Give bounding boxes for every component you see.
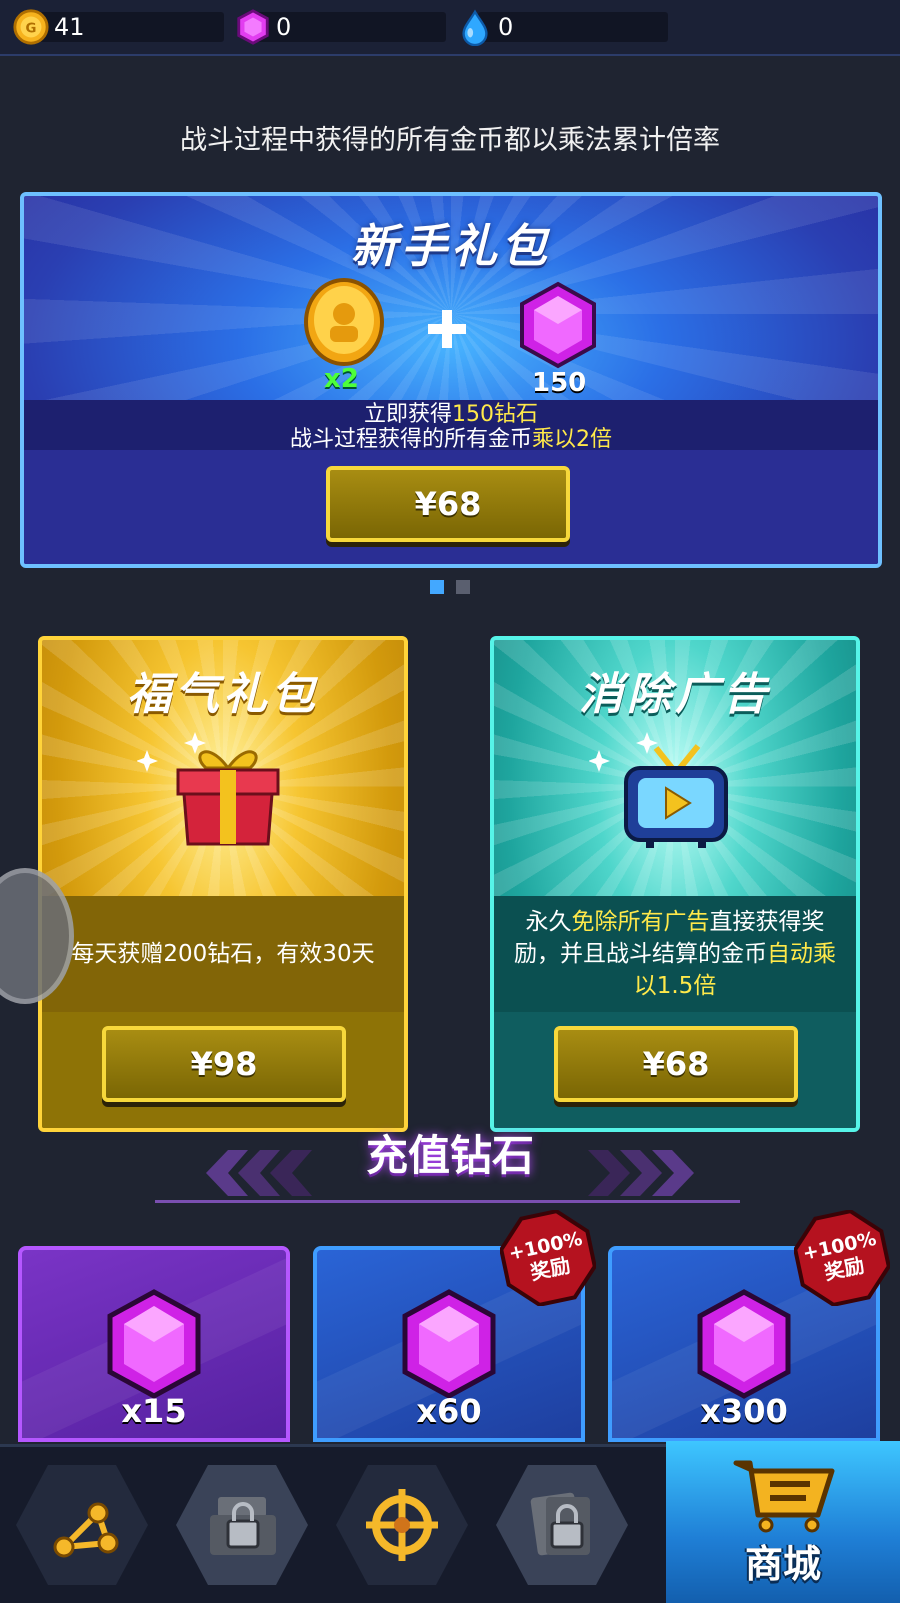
desc-text: 立即获得: [363, 402, 452, 427]
multiplier-hint: 战斗过程中获得的所有金币都以乘法累计倍率: [180, 125, 720, 156]
remove-ads-buy-button[interactable]: ¥68: [554, 1026, 798, 1102]
recharge-section-title: 充值钻石: [365, 1131, 534, 1180]
remove-ads-card[interactable]: 消除广告 永久免除所有广告直接获得奖励，并且战斗结算的金币自动乘以1.5倍 ¥6…: [490, 636, 860, 1132]
locked-tank-icon[interactable]: [174, 1463, 310, 1587]
carousel-indicator: [430, 580, 470, 594]
locked-cards-icon[interactable]: [494, 1463, 630, 1587]
carousel-dot-active[interactable]: [430, 580, 444, 594]
gem-counter: 0: [234, 9, 446, 45]
gem-icon: [520, 281, 596, 369]
currency-bar: G 41 0 0: [0, 0, 900, 56]
desc-line-1: 立即获得150钻石: [24, 402, 878, 427]
coin-multiplier-label: x2: [324, 364, 359, 394]
starter-pack-description: 立即获得150钻石 战斗过程获得的所有金币乘以2倍: [24, 402, 878, 452]
gem-icon: [697, 1289, 791, 1399]
gem-amount: 0: [276, 13, 292, 41]
diamond-quantity: x60: [416, 1392, 482, 1430]
gem-icon: [402, 1289, 496, 1399]
carousel-dot[interactable]: [456, 580, 470, 594]
diamond-quantity: x15: [121, 1392, 187, 1430]
gold-coin-icon: [304, 278, 384, 366]
price-label: ¥98: [190, 1045, 258, 1083]
desc-line-2: 战斗过程获得的所有金币乘以2倍: [24, 427, 878, 452]
gold-amount: 41: [54, 13, 85, 41]
plus-icon: [428, 310, 466, 348]
desc-text: 永久: [525, 909, 572, 935]
fortune-pack-card[interactable]: 福气礼包 每天获赠200钻石，有效30天 ¥98: [38, 636, 408, 1132]
desc-highlight: 150钻石: [452, 402, 538, 427]
gift-box-icon: [176, 750, 280, 846]
shop-tab[interactable]: 商城: [666, 1441, 900, 1603]
price-label: ¥68: [642, 1045, 710, 1083]
water-counter: 0: [456, 9, 668, 46]
tv-icon: [624, 744, 728, 848]
remove-ads-lower: 永久免除所有广告直接获得奖励，并且战斗结算的金币自动乘以1.5倍 ¥68: [494, 896, 856, 1128]
starter-pack-banner[interactable]: 新手礼包 x2 150 立即获得150钻石 战斗过程获得的所有金币乘以2倍 ¥6…: [20, 192, 882, 568]
starter-pack-buy-button[interactable]: ¥68: [326, 466, 570, 542]
gem-icon: [237, 9, 269, 45]
water-drop-icon: [462, 9, 488, 46]
starter-pack-title: 新手礼包: [351, 219, 551, 273]
remove-ads-title: 消除广告: [579, 669, 771, 720]
price-label: ¥68: [414, 485, 482, 523]
fortune-pack-lower: 每天获赠200钻石，有效30天 ¥98: [42, 896, 404, 1128]
gold-coin-icon: G: [13, 9, 49, 45]
skill-tree-icon[interactable]: [14, 1463, 150, 1587]
gem-amount-label: 150: [532, 368, 587, 398]
svg-text:G: G: [26, 22, 37, 37]
gem-icon: [107, 1289, 201, 1399]
bottom-navigation: 商城: [0, 1441, 900, 1603]
shop-cart-icon: [733, 1460, 835, 1533]
bonus-badge: +100% 奖励: [794, 1210, 890, 1306]
desc-text: 战斗过程获得的所有金币: [289, 427, 532, 452]
gold-counter: G 41: [12, 9, 224, 45]
section-divider: [155, 1200, 740, 1203]
fortune-pack-title: 福气礼包: [127, 669, 319, 720]
desc-highlight: 免除所有广告: [571, 909, 710, 935]
bonus-badge: +100% 奖励: [500, 1210, 596, 1306]
remove-ads-description: 永久免除所有广告直接获得奖励，并且战斗结算的金币自动乘以1.5倍: [494, 896, 856, 1012]
diamond-pack-15[interactable]: x15: [18, 1246, 290, 1442]
fortune-pack-buy-button[interactable]: ¥98: [102, 1026, 346, 1102]
fortune-pack-description: 每天获赠200钻石，有效30天: [71, 941, 375, 967]
crosshair-icon[interactable]: [334, 1463, 470, 1587]
shop-label: 商城: [744, 1542, 821, 1586]
diamond-quantity: x300: [700, 1392, 788, 1430]
water-amount: 0: [498, 13, 514, 41]
desc-highlight: 乘以2倍: [532, 427, 612, 452]
